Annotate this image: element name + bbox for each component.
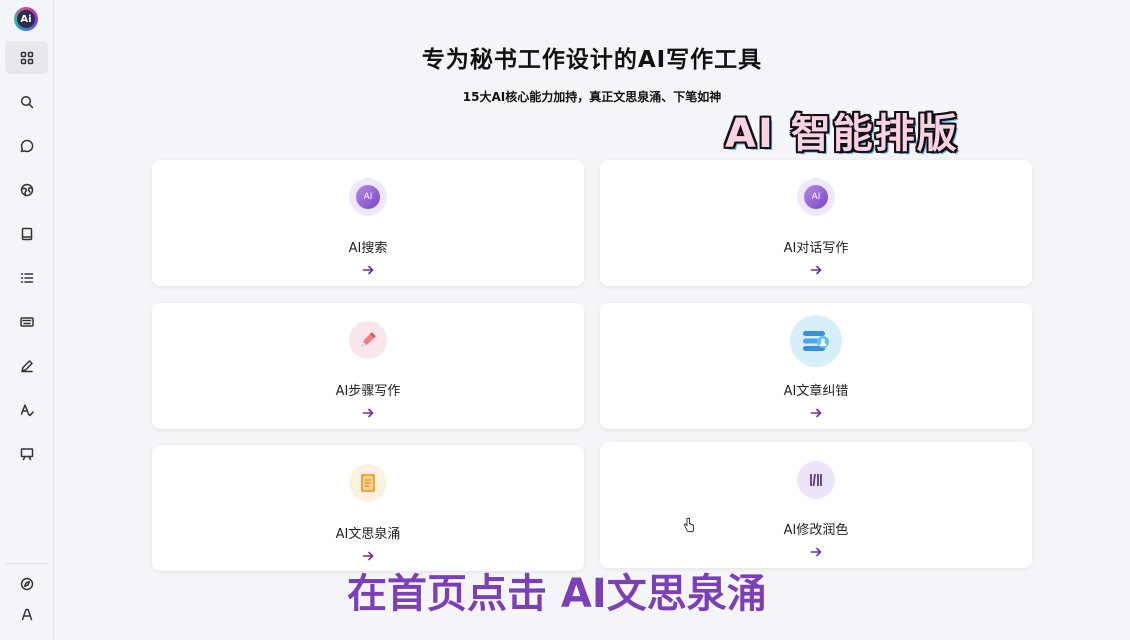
sidebar: Ai [0,0,54,640]
sidebar-item-presentation[interactable] [5,437,48,470]
globe-icon [20,183,33,196]
sidebar-item-book[interactable] [5,217,48,250]
card-label: AI对话写作 [783,241,849,256]
keyboard-icon [19,316,34,327]
arrow-right-icon [362,404,374,418]
pen-icon [349,321,387,359]
sidebar-item-explore[interactable] [5,567,48,600]
sidebar-divider [6,563,48,564]
user-icon [21,608,32,620]
arrow-right-icon [810,543,822,557]
pencil-icon [20,359,33,372]
app-logo-text: Ai [17,10,35,28]
text-check-icon [20,403,34,416]
card-label: AI搜索 [348,241,388,256]
sidebar-item-globe[interactable] [5,173,48,206]
card-ai-inspiration[interactable]: AI文思泉涌 [152,445,584,571]
chat-bubble-icon [20,139,33,152]
sidebar-item-chat[interactable] [5,129,48,162]
sidebar-item-edit[interactable] [5,349,48,382]
sidebar-item-keyboard[interactable] [5,305,48,338]
ai-badge-icon: AI [349,178,387,216]
arrow-right-icon [810,404,822,418]
arrow-right-icon [362,547,374,561]
arrow-right-icon [810,261,822,275]
sidebar-item-dashboard[interactable] [5,41,48,74]
card-ai-search[interactable]: AI AI搜索 [152,160,584,286]
compass-icon [20,577,33,590]
card-label: AI文章纠错 [783,384,849,399]
card-ai-article-correction[interactable]: AI文章纠错 [600,303,1032,429]
grid-icon [20,51,33,64]
presentation-icon [20,447,33,460]
sidebar-item-search[interactable] [5,85,48,118]
card-ai-polish[interactable]: AI修改润色 [600,442,1032,568]
ai-badge-icon: AI [797,178,835,216]
card-label: AI修改润色 [783,523,849,538]
card-label: AI步骤写作 [335,384,401,399]
book-icon [21,227,32,240]
page-title: 专为秘书工作设计的AI写作工具 [421,47,763,73]
sidebar-item-spell[interactable] [5,393,48,426]
list-icon [20,272,33,283]
sidebar-item-list[interactable] [5,261,48,294]
card-ai-dialog-writing[interactable]: AI AI对话写作 [600,160,1032,286]
hand-cursor-icon [684,517,694,533]
arrow-right-icon [362,261,374,275]
book-stack-icon [349,464,387,502]
card-label: AI文思泉涌 [335,527,401,542]
overlay-badge-text: AI 智能排版 [725,111,959,157]
search-icon [20,95,33,108]
sidebar-item-account[interactable] [5,597,48,630]
overlay-caption-text: 在首页点击 AI文思泉涌 [347,571,767,617]
page-subtitle: 15大AI核心能力加持，真正文思泉涌、下笔如神 [462,90,722,104]
app-logo-icon[interactable]: Ai [14,7,38,31]
document-check-icon [790,315,842,367]
library-icon [797,461,835,499]
card-ai-step-writing[interactable]: AI步骤写作 [152,303,584,429]
